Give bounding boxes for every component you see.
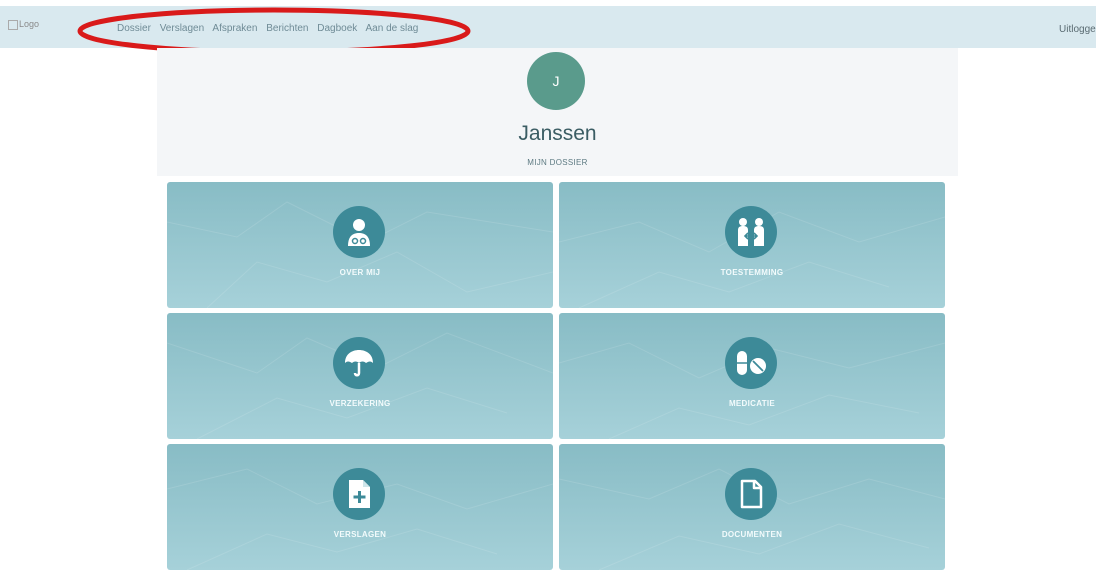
consent-icon <box>725 206 777 258</box>
tile-verslagen[interactable]: VERSLAGEN <box>167 444 553 570</box>
logo-alt-text: Logo <box>19 19 40 29</box>
broken-image-icon <box>8 19 18 30</box>
tile-label: MEDICATIE <box>728 399 776 408</box>
nav-berichten[interactable]: Berichten <box>266 23 308 34</box>
nav-verslagen[interactable]: Verslagen <box>160 23 204 34</box>
tile-label: OVER MIJ <box>339 268 381 277</box>
doctor-icon <box>333 206 385 258</box>
nav-dossier[interactable]: Dossier <box>117 23 151 34</box>
tile-label: DOCUMENTEN <box>721 530 783 539</box>
tile-label: TOESTEMMING <box>720 268 784 277</box>
nav-afspraken[interactable]: Afspraken <box>212 23 257 34</box>
medical-file-icon <box>333 468 385 520</box>
tile-over-mij[interactable]: OVER MIJ <box>167 182 553 308</box>
umbrella-icon <box>333 337 385 389</box>
profile-header: J Janssen MIJN DOSSIER <box>157 48 958 176</box>
tile-toestemming[interactable]: TOESTEMMING <box>559 182 945 308</box>
document-icon <box>725 468 777 520</box>
profile-name: Janssen <box>518 122 597 145</box>
nav-links: Dossier Verslagen Afspraken Berichten Da… <box>117 23 424 34</box>
nav-dagboek[interactable]: Dagboek <box>317 23 357 34</box>
pills-icon <box>725 337 777 389</box>
profile-subtitle: MIJN DOSSIER <box>527 158 588 167</box>
avatar: J <box>527 52 585 110</box>
logo[interactable]: Logo <box>8 19 39 30</box>
top-navbar: Logo Dossier Verslagen Afspraken Bericht… <box>0 6 1096 48</box>
tile-documenten[interactable]: DOCUMENTEN <box>559 444 945 570</box>
logout-link[interactable]: Uitloggen <box>1059 24 1096 35</box>
tile-label: VERZEKERING <box>329 399 391 408</box>
tile-label: VERSLAGEN <box>333 530 387 539</box>
tile-medicatie[interactable]: MEDICATIE <box>559 313 945 439</box>
nav-aan-de-slag[interactable]: Aan de slag <box>366 23 419 34</box>
tile-verzekering[interactable]: VERZEKERING <box>167 313 553 439</box>
